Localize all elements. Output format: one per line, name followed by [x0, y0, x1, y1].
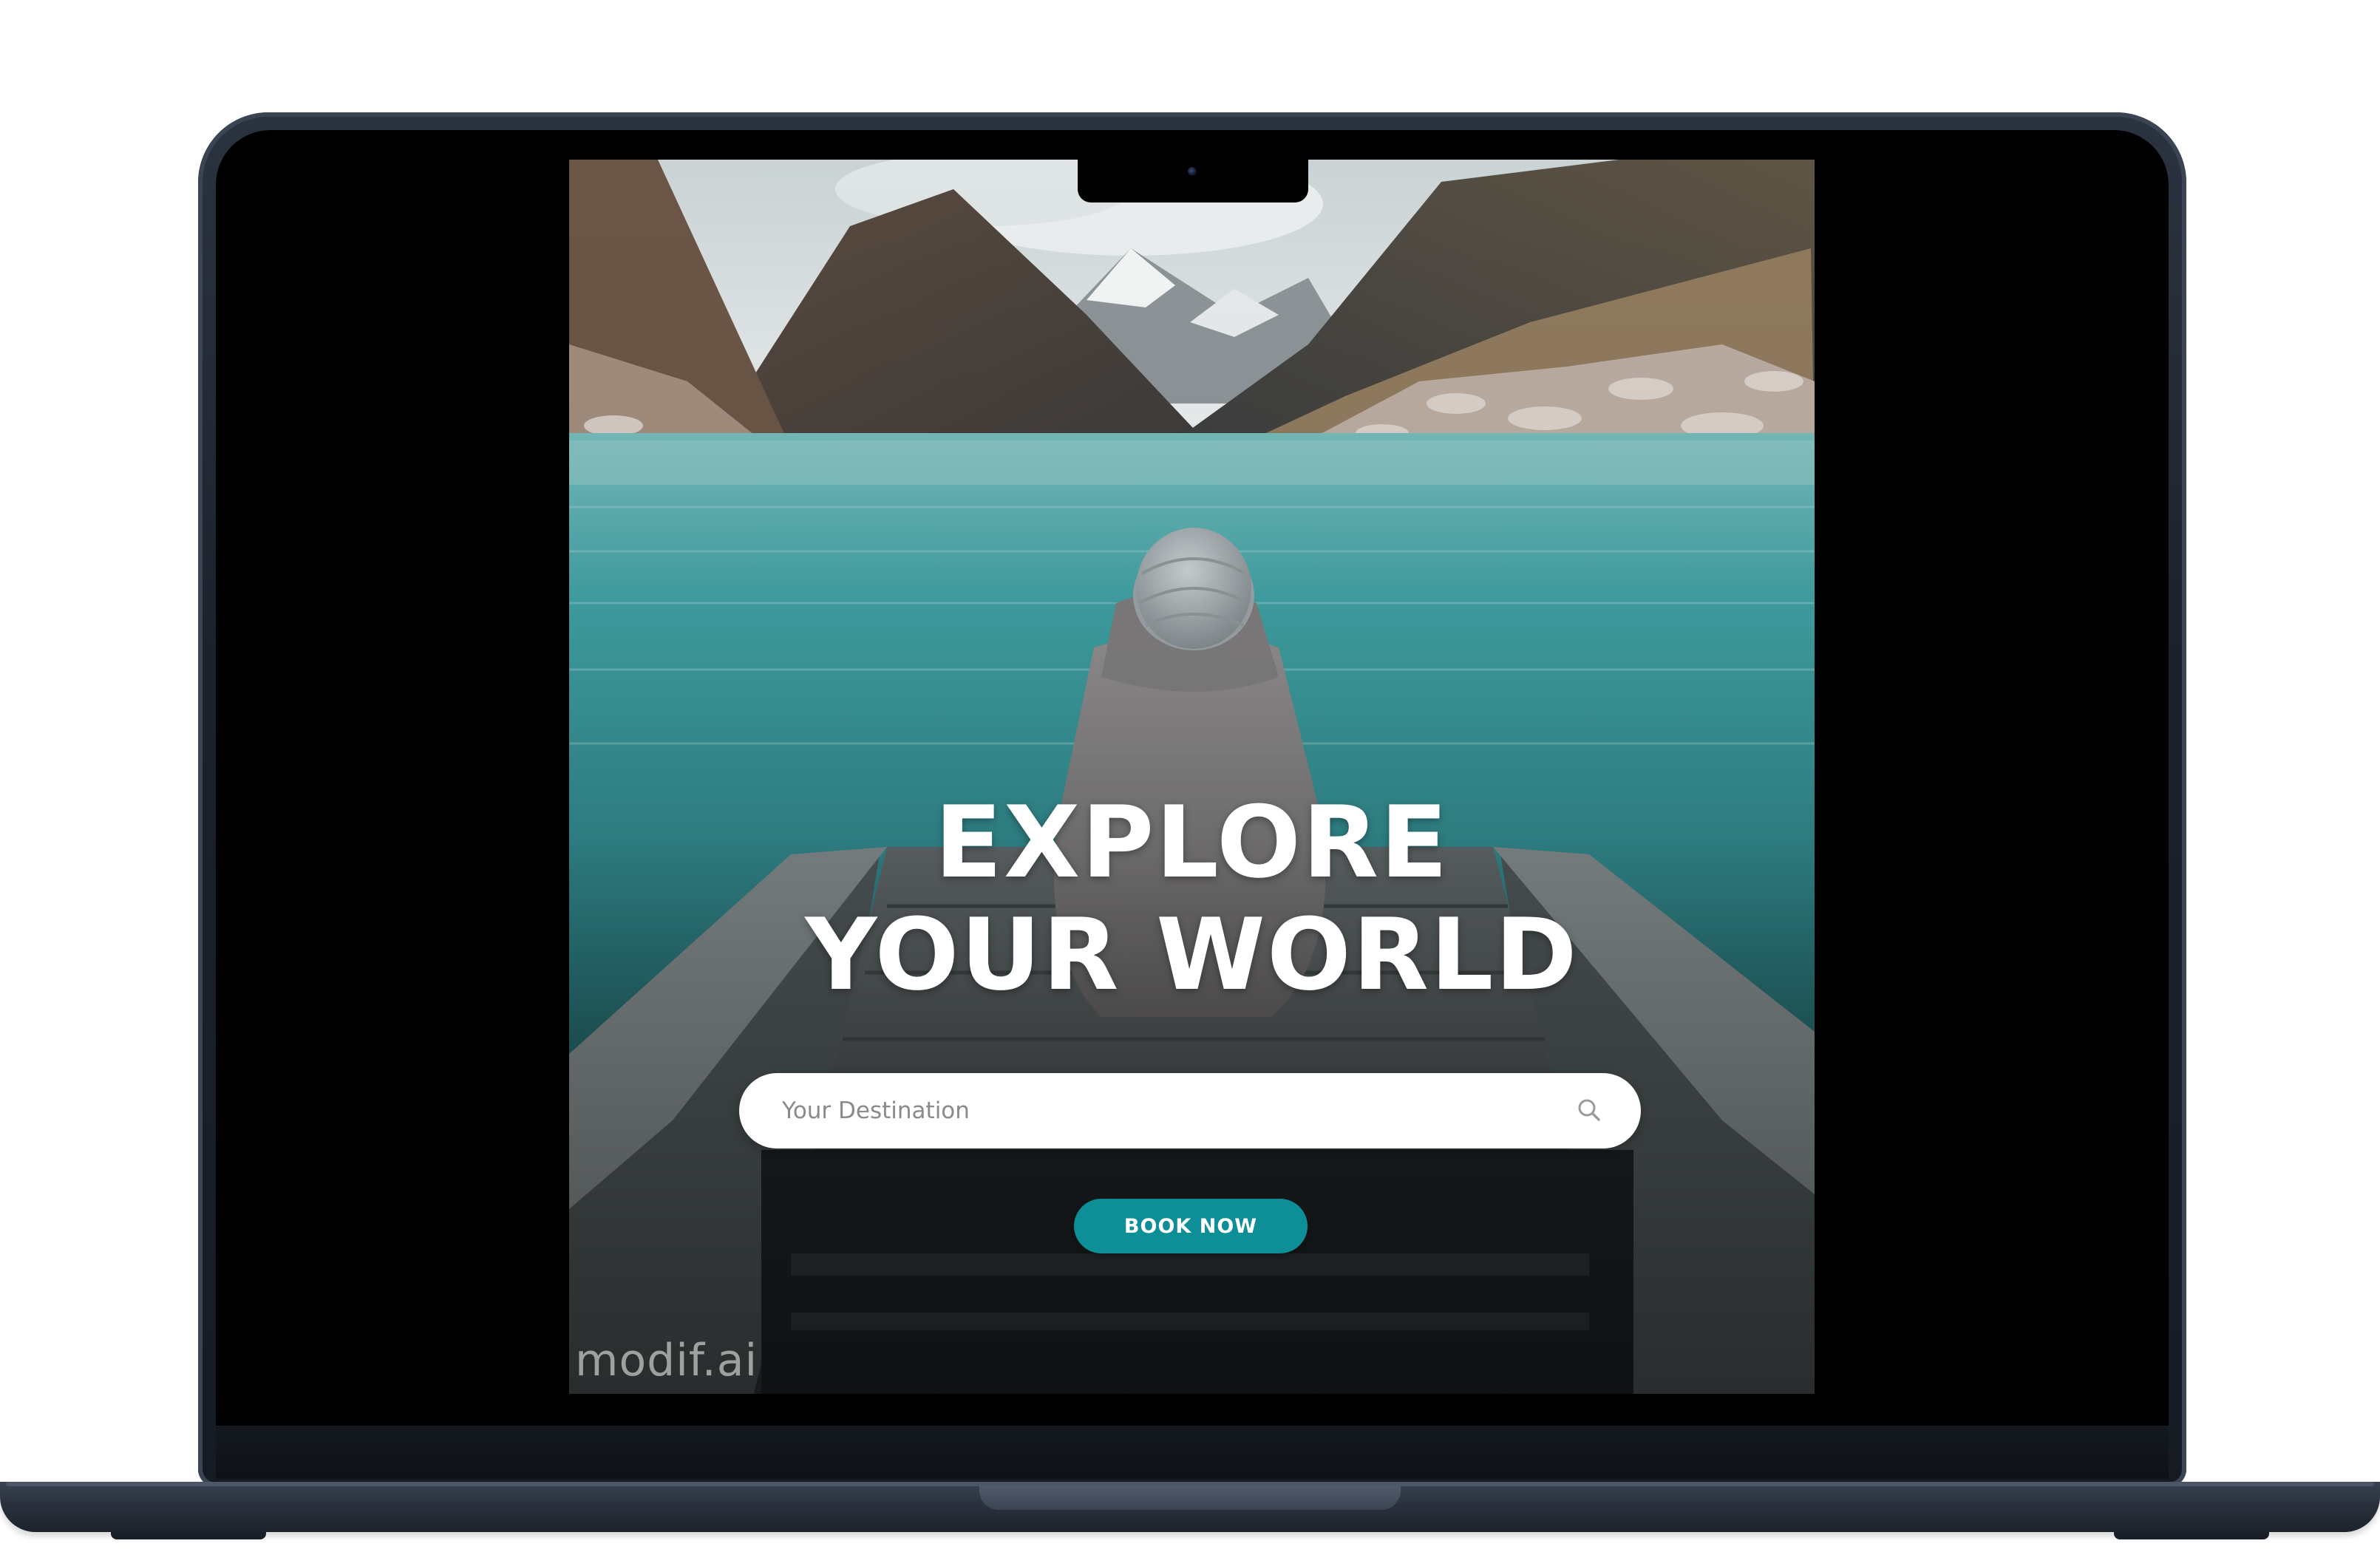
watermark-logo: modif.ai — [575, 1335, 758, 1386]
destination-search-bar[interactable] — [739, 1073, 1641, 1148]
hero-headline-line-2: YOUR WORLD — [805, 897, 1579, 1012]
hero-headline: EXPLORE YOUR WORLD — [569, 786, 1815, 1011]
camera-notch — [1078, 160, 1308, 202]
camera-icon — [1188, 167, 1197, 176]
book-now-button[interactable]: BOOK NOW — [1074, 1199, 1308, 1253]
search-icon[interactable] — [1574, 1095, 1604, 1125]
hero-headline-line-1: EXPLORE — [934, 785, 1449, 900]
destination-search-input[interactable] — [782, 1073, 1536, 1148]
laptop-foot-left — [111, 1532, 266, 1539]
travel-landing-page: EXPLORE YOUR WORLD BOOK NOW modif.ai — [569, 160, 1815, 1394]
trackpad-notch — [979, 1486, 1401, 1510]
laptop-mockup: EXPLORE YOUR WORLD BOOK NOW modif.ai — [0, 0, 2380, 1552]
laptop-foot-right — [2114, 1532, 2269, 1539]
screen-bottom-bezel — [216, 1426, 2169, 1479]
